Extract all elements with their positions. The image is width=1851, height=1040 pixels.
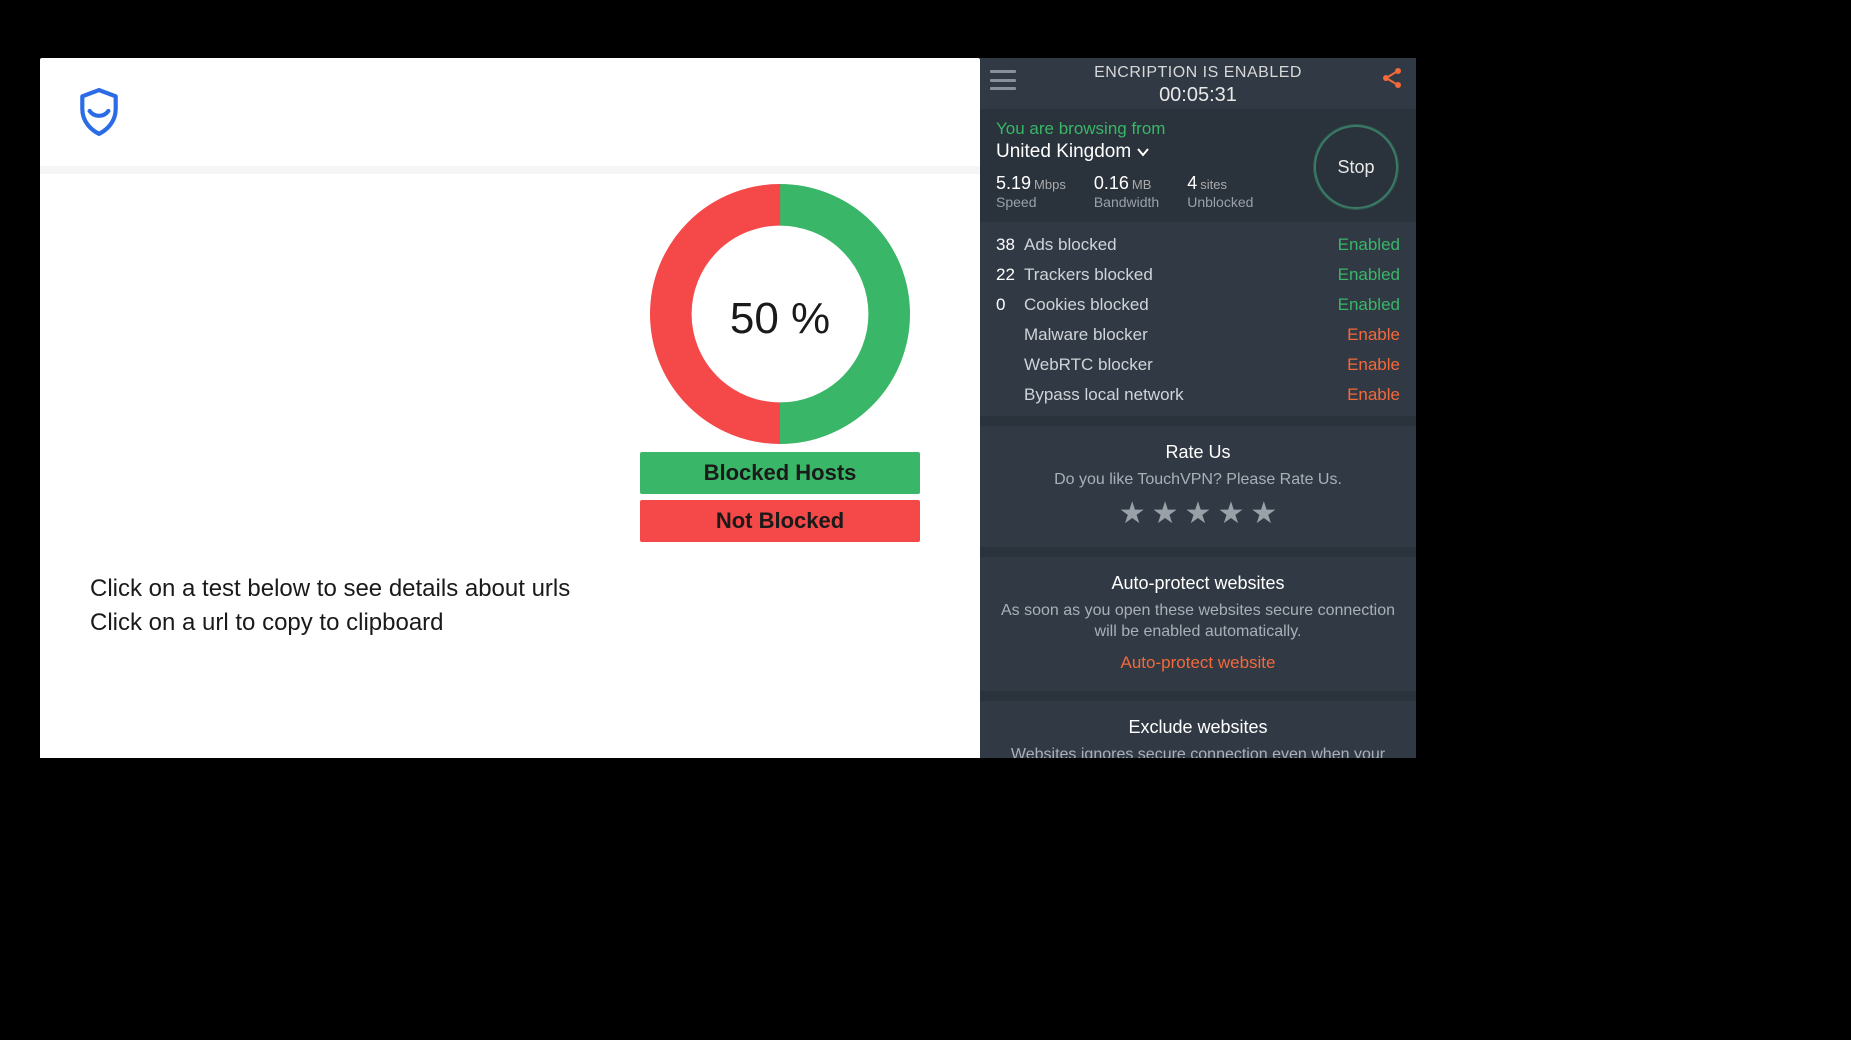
rate-title: Rate Us [998,442,1398,463]
connection-timer: 00:05:31 [994,84,1402,107]
blocker-row: Bypass local network Enable [996,380,1400,410]
stop-label: Stop [1337,157,1374,178]
app-stage: 50 % Blocked Hosts Not Blocked Click on … [40,58,1416,758]
blocker-name: Malware blocker [1024,325,1148,345]
instructions-line-1: Click on a test below to see details abo… [90,572,570,606]
vpn-header: ENCRIPTION IS ENABLED 00:05:31 [980,58,1416,109]
blocker-status-toggle[interactable]: Enable [1347,355,1400,375]
chevron-down-icon [1137,141,1149,163]
legend-not-blocked[interactable]: Not Blocked [640,500,920,542]
auto-protect-sub: As soon as you open these websites secur… [998,600,1398,643]
blocker-count: 38 [996,235,1024,255]
speed-unit: Mbps [1034,177,1066,192]
vpn-panel: ENCRIPTION IS ENABLED 00:05:31 You are b… [980,58,1416,758]
blocker-row: Malware blocker Enable [996,320,1400,350]
auto-protect-title: Auto-protect websites [998,573,1398,594]
main-body: 50 % Blocked Hosts Not Blocked Click on … [40,174,980,758]
blocker-status-toggle[interactable]: Enable [1347,385,1400,405]
auto-protect-card: Auto-protect websites As soon as you ope… [980,547,1416,691]
auto-protect-action[interactable]: Auto-protect website [1121,653,1276,673]
blocker-row: 0Cookies blocked Enabled [996,290,1400,320]
speed-value: 5.19 [996,173,1031,193]
blocker-row: 38Ads blocked Enabled [996,230,1400,260]
blocker-name: WebRTC blocker [1024,355,1153,375]
star-icon[interactable]: ★ [1185,499,1212,529]
unb-unit: sites [1200,177,1227,192]
star-icon[interactable]: ★ [1217,499,1244,529]
blocker-row: 22Trackers blocked Enabled [996,260,1400,290]
blocker-name: Cookies blocked [1024,295,1149,315]
blockers-list: 38Ads blocked Enabled 22Trackers blocked En… [980,222,1416,416]
exclude-title: Exclude websites [998,717,1398,738]
rating-stars: ★★★★★ [998,499,1398,529]
blocker-row: WebRTC blocker Enable [996,350,1400,380]
instructions-line-2: Click on a url to copy to clipboard [90,606,570,640]
encryption-status: ENCRIPTION IS ENABLED [994,64,1402,82]
bw-value: 0.16 [1094,173,1129,193]
donut-percent: 50 % [640,294,920,344]
stat-bandwidth: 0.16MB Bandwidth [1094,173,1159,210]
menu-icon[interactable] [990,70,1016,90]
legend-blocked-hosts[interactable]: Blocked Hosts [640,452,920,494]
star-icon[interactable]: ★ [1152,499,1179,529]
exclude-card: Exclude websites Websites ignores secure… [980,691,1416,758]
exclude-sub: Websites ignores secure connection even … [998,744,1398,758]
speed-label: Speed [996,194,1066,210]
stat-unblocked: 4sites Unblocked [1187,173,1253,210]
stop-button[interactable]: Stop [1314,125,1398,209]
star-icon[interactable]: ★ [1119,499,1146,529]
unb-label: Unblocked [1187,194,1253,210]
country-name: United Kingdom [996,141,1131,163]
rate-sub: Do you like TouchVPN? Please Rate Us. [998,469,1398,491]
divider [40,166,980,174]
blocker-count: 22 [996,265,1024,285]
blocker-status-toggle[interactable]: Enabled [1338,295,1400,315]
stat-speed: 5.19Mbps Speed [996,173,1066,210]
star-icon[interactable]: ★ [1250,499,1277,529]
chart-legend: Blocked Hosts Not Blocked [640,452,920,542]
blocker-name: Ads blocked [1024,235,1117,255]
blocker-count: 0 [996,295,1024,315]
blocker-status-toggle[interactable]: Enabled [1338,265,1400,285]
rate-us-card: Rate Us Do you like TouchVPN? Please Rat… [980,416,1416,547]
vpn-location-section: You are browsing from United Kingdom 5.1… [980,109,1416,222]
shield-logo-icon [78,88,120,136]
share-icon[interactable] [1380,66,1404,95]
unb-value: 4 [1187,173,1197,193]
instructions-text: Click on a test below to see details abo… [90,572,570,639]
bw-label: Bandwidth [1094,194,1159,210]
donut-chart: 50 % [640,184,920,449]
blocker-name: Bypass local network [1024,385,1184,405]
main-header [40,58,980,166]
blocker-status-toggle[interactable]: Enabled [1338,235,1400,255]
bw-unit: MB [1132,177,1152,192]
blocker-name: Trackers blocked [1024,265,1153,285]
blocker-status-toggle[interactable]: Enable [1347,325,1400,345]
main-panel: 50 % Blocked Hosts Not Blocked Click on … [40,58,980,758]
